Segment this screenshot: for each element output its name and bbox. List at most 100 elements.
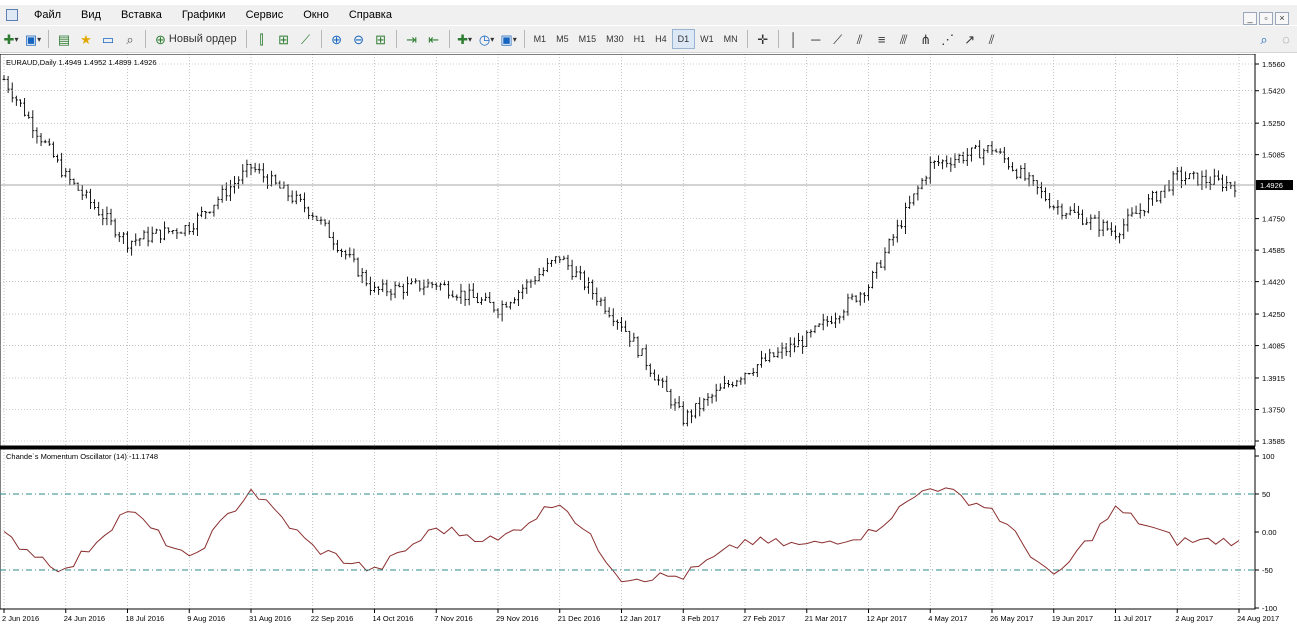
timeframe-h1[interactable]: H1	[629, 30, 651, 48]
indicator-tick-label: 50	[1262, 490, 1270, 499]
profiles-button[interactable]: ▣ ▾	[23, 29, 43, 49]
navigator-button[interactable]: ★	[76, 29, 96, 49]
date-tick-label: 31 Aug 2016	[249, 614, 291, 623]
market-watch-button[interactable]: ▤	[54, 29, 74, 49]
horizontal-line-icon: ─	[811, 31, 821, 47]
timeframe-m30[interactable]: M30	[601, 30, 629, 48]
restore-button[interactable]: ▫	[1259, 12, 1273, 25]
profiles-icon: ▣	[24, 31, 38, 47]
menu-insert[interactable]: Вставка	[111, 9, 172, 21]
channel-button[interactable]: ⫽	[850, 29, 870, 49]
new-order-button[interactable]: ⊕ Новый ордер	[151, 29, 241, 49]
periods-button[interactable]: ◷ ▾	[477, 29, 497, 49]
toolbar-separator	[448, 30, 450, 48]
equidistant-channel-button[interactable]: ⫽	[982, 29, 1002, 49]
minimize-button[interactable]: _	[1243, 12, 1257, 25]
fibo-fan-button[interactable]: ⋰	[938, 29, 958, 49]
new-chart-button[interactable]: ✚ ▾	[1, 29, 21, 49]
date-tick-label: 12 Apr 2017	[867, 614, 907, 623]
timeframe-m5[interactable]: M5	[551, 30, 574, 48]
timeframe-h4[interactable]: H4	[650, 30, 672, 48]
auto-scroll-button[interactable]: ⇥	[402, 29, 422, 49]
fibonacci-button[interactable]: ≡	[872, 29, 892, 49]
timeframe-w1[interactable]: W1	[695, 30, 719, 48]
date-tick-label: 22 Sep 2016	[311, 614, 354, 623]
candlestick-icon: ⊞	[278, 31, 290, 47]
line-chart-button[interactable]: ⟋	[296, 29, 316, 49]
chart-header: EURAUD,Daily 1.4949 1.4952 1.4899 1.4926	[6, 58, 157, 67]
price-tick-label: 1.5085	[1262, 151, 1285, 160]
indicator-tick-label: -50	[1262, 566, 1273, 575]
zoom-out-button[interactable]: ⊖	[349, 29, 369, 49]
zoom-in-icon: ⊕	[331, 31, 343, 47]
fibo-fan-icon: ⋰	[941, 31, 955, 47]
oscillator	[3, 487, 1240, 583]
channel-icon: ⫽	[856, 31, 863, 47]
date-tick-label: 19 Jun 2017	[1052, 614, 1093, 623]
price-tick-label: 1.4585	[1262, 246, 1285, 255]
timeframe-d1[interactable]: D1	[671, 29, 696, 49]
search-button[interactable]: ⌕	[1254, 29, 1274, 49]
toolbar-separator	[746, 30, 748, 48]
toolbar-separator	[145, 30, 146, 48]
price-tick-label: 1.5420	[1262, 87, 1285, 96]
timeframe-m1[interactable]: M1	[529, 30, 552, 48]
chart-shift-button[interactable]: ⇤	[424, 29, 444, 49]
chat-icon: ◌	[1282, 31, 1290, 47]
pitchfork-button[interactable]: ⋔	[916, 29, 936, 49]
date-tick-label: 14 Oct 2016	[373, 614, 414, 623]
date-tick-label: 2 Aug 2017	[1175, 614, 1213, 623]
templates-button[interactable]: ▣ ▾	[499, 29, 519, 49]
crosshair-button[interactable]: ✛	[753, 29, 773, 49]
search-icon: ⌕	[1260, 31, 1268, 47]
menu-help[interactable]: Справка	[339, 9, 402, 21]
zoom-in-button[interactable]: ⊕	[327, 29, 347, 49]
templates-icon: ▣	[500, 31, 513, 47]
toolbar-separator	[395, 30, 397, 48]
indicator-header: Chande`s Momentum Oscillator (14) -11.17…	[6, 452, 158, 461]
strategy-tester-button[interactable]: ⌕	[120, 29, 140, 49]
date-tick-label: 3 Feb 2017	[681, 614, 719, 623]
toolbar-separator	[245, 30, 247, 48]
tile-windows-button[interactable]: ⊞	[371, 29, 391, 49]
menu-window[interactable]: Окно	[293, 9, 339, 21]
menu-tools[interactable]: Сервис	[236, 9, 294, 21]
price-tick-label: 1.5560	[1262, 60, 1285, 69]
star-icon: ★	[80, 31, 92, 47]
tester-icon: ⌕	[126, 31, 134, 47]
arrow-button[interactable]: ↗	[960, 29, 980, 49]
clock-icon: ◷	[478, 31, 491, 47]
date-tick-label: 24 Jun 2016	[64, 614, 105, 623]
price-tick-label: 1.3915	[1262, 374, 1285, 383]
toolbar: ✚ ▾ ▣ ▾ ▤ ★ ▭ ⌕ ⊕ Новый ордер ⫿ ⊞ ⟋ ⊕ ⊖ ⊞ ⇥…	[0, 26, 1297, 53]
current-price-label: 1.4926	[1260, 181, 1283, 190]
indicators-button[interactable]: ✚ ▾	[455, 29, 475, 49]
date-tick-label: 27 Feb 2017	[743, 614, 785, 623]
app-icon[interactable]	[6, 9, 18, 21]
indicator-axis: 100 50 0.00 -50 -100	[0, 452, 1277, 613]
horizontal-line-button[interactable]: ─	[806, 29, 826, 49]
toolbar-separator	[523, 30, 525, 48]
menu-view[interactable]: Вид	[71, 9, 111, 21]
timeframe-m15[interactable]: M15	[574, 30, 602, 48]
chart-area[interactable]: EURAUD,Daily 1.4949 1.4952 1.4899 1.4926…	[0, 54, 1297, 640]
terminal-button[interactable]: ▭	[98, 29, 118, 49]
gann-button[interactable]: ⫻	[894, 29, 914, 49]
menu-charts[interactable]: Графики	[172, 9, 236, 21]
vertical-line-button[interactable]: │	[784, 29, 804, 49]
indicator-tick-label: -100	[1262, 604, 1277, 613]
trendline-button[interactable]: ⟋	[828, 29, 848, 49]
bar-chart-button[interactable]: ⫿	[252, 29, 272, 49]
chat-button[interactable]: ◌	[1276, 29, 1296, 49]
menu-file[interactable]: Файл	[24, 9, 71, 21]
toolbar-separator	[777, 30, 779, 48]
candlestick-button[interactable]: ⊞	[274, 29, 294, 49]
date-tick-label: 11 Jul 2017	[1114, 614, 1152, 623]
new-order-label: Новый ордер	[168, 33, 237, 45]
price-tick-label: 1.3750	[1262, 406, 1285, 415]
price-bars	[2, 74, 1237, 427]
date-tick-label: 9 Aug 2016	[187, 614, 225, 623]
timeframe-mn[interactable]: MN	[719, 30, 743, 48]
close-button[interactable]: ×	[1275, 12, 1289, 25]
date-tick-label: 12 Jan 2017	[620, 614, 661, 623]
